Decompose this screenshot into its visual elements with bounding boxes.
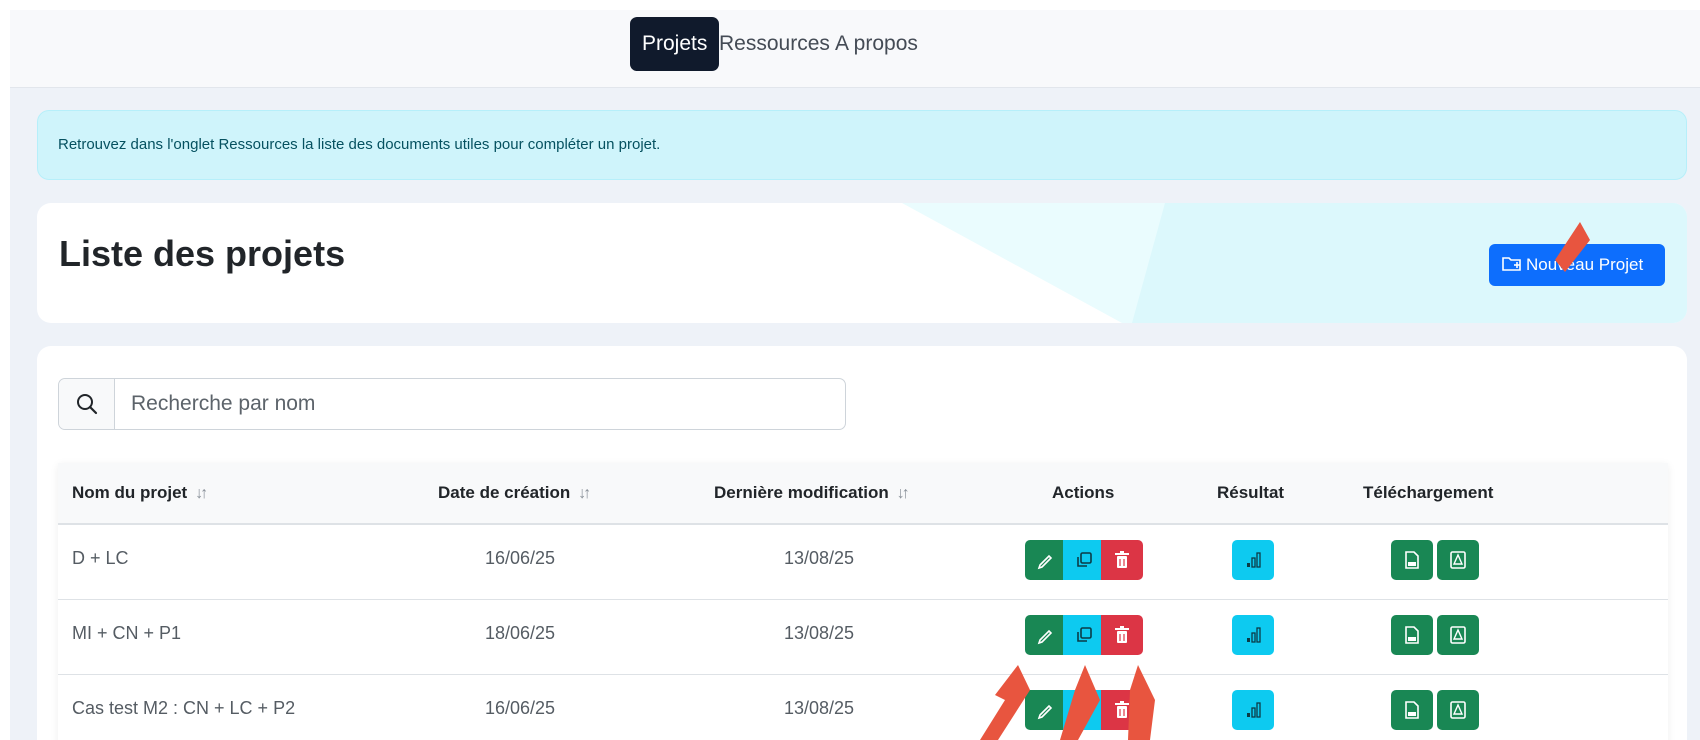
search-group	[58, 378, 846, 430]
info-alert: Retrouvez dans l'onglet Ressources la li…	[37, 110, 1687, 180]
column-header-label: Date de création	[438, 483, 571, 502]
projects-table: Nom du projet ↓↑ Date de création ↓↑ Derni…	[58, 463, 1668, 740]
column-header-actions: Actions	[1052, 483, 1115, 502]
project-name: D + LC	[72, 548, 129, 568]
result-button[interactable]	[1232, 615, 1274, 655]
column-header-name[interactable]: Nom du projet ↓↑	[72, 463, 208, 523]
download-pdf-button[interactable]	[1437, 615, 1479, 655]
sort-icon[interactable]: ↓↑	[195, 485, 208, 502]
bar-chart-icon	[1247, 552, 1261, 568]
modified-date: 13/08/25	[784, 548, 855, 568]
download-pdf-button[interactable]	[1437, 690, 1479, 730]
creation-date: 18/06/25	[485, 623, 556, 643]
column-header-created[interactable]: Date de création ↓↑	[438, 463, 591, 523]
search-icon	[77, 394, 98, 415]
delete-button[interactable]	[1101, 615, 1143, 655]
column-header-label: Nom du projet	[72, 483, 188, 502]
file-spreadsheet-icon	[1405, 551, 1419, 569]
top-navbar: Projets Ressources A propos	[10, 10, 1700, 88]
bar-chart-icon	[1247, 627, 1261, 643]
trash-icon	[1115, 551, 1129, 568]
download-excel-button[interactable]	[1391, 690, 1433, 730]
table-body: D + LC 16/06/25 13/08/25 MI + CN + P1 18/06/…	[58, 525, 1668, 740]
projects-table-card: Nom du projet ↓↑ Date de création ↓↑ Derni…	[37, 346, 1687, 740]
pencil-icon	[1037, 704, 1053, 720]
page-title: Liste des projets	[59, 233, 346, 274]
search-input[interactable]	[116, 379, 844, 429]
table-row: D + LC 16/06/25 13/08/25	[58, 525, 1668, 600]
modified-date: 13/08/25	[784, 623, 855, 643]
nav-tab-projets[interactable]: Projets	[630, 17, 720, 71]
folder-plus-icon	[1502, 257, 1521, 271]
project-name: MI + CN + P1	[72, 623, 182, 643]
search-addon	[59, 379, 115, 429]
table-header: Nom du projet ↓↑ Date de création ↓↑ Derni…	[58, 463, 1668, 525]
sort-icon[interactable]: ↓↑	[897, 485, 910, 502]
copy-icon	[1077, 627, 1092, 642]
project-name: Cas test M2 : CN + LC + P2	[72, 698, 296, 718]
pencil-icon	[1037, 629, 1053, 645]
download-pdf-button[interactable]	[1437, 540, 1479, 580]
creation-date: 16/06/25	[485, 548, 556, 568]
nav-tab-ressources[interactable]: Ressources	[707, 17, 842, 71]
column-header-download: Téléchargement	[1363, 483, 1494, 502]
delete-button[interactable]	[1101, 690, 1143, 730]
file-pdf-icon	[1450, 551, 1466, 569]
copy-icon	[1077, 702, 1092, 717]
column-header-label: Dernière modification	[714, 483, 889, 502]
edit-button[interactable]	[1025, 540, 1067, 580]
duplicate-button[interactable]	[1063, 690, 1105, 730]
modified-date: 13/08/25	[784, 698, 855, 718]
download-excel-button[interactable]	[1391, 540, 1433, 580]
table-row: MI + CN + P1 18/06/25 13/08/25	[58, 600, 1668, 675]
new-project-button[interactable]: Nouveau Projet	[1489, 244, 1665, 286]
column-header-result: Résultat	[1217, 483, 1285, 502]
copy-icon	[1077, 552, 1092, 567]
bar-chart-icon	[1247, 702, 1261, 718]
duplicate-button[interactable]	[1063, 540, 1105, 580]
sort-icon[interactable]: ↓↑	[578, 485, 591, 502]
file-pdf-icon	[1450, 701, 1466, 719]
result-button[interactable]	[1232, 690, 1274, 730]
file-pdf-icon	[1450, 626, 1466, 644]
download-excel-button[interactable]	[1391, 615, 1433, 655]
delete-button[interactable]	[1101, 540, 1143, 580]
new-project-label: Nouveau Projet	[1526, 255, 1644, 274]
projects-header-card: Liste des projets Nouveau Projet	[37, 203, 1687, 323]
trash-icon	[1115, 701, 1129, 718]
file-spreadsheet-icon	[1405, 626, 1419, 644]
edit-button[interactable]	[1025, 615, 1067, 655]
nav-tab-a-propos[interactable]: A propos	[823, 17, 930, 71]
app-frame: Projets Ressources A propos Retrouvez da…	[10, 10, 1700, 740]
column-header-modified[interactable]: Dernière modification ↓↑	[714, 463, 910, 523]
trash-icon	[1115, 626, 1129, 643]
table-row: Cas test M2 : CN + LC + P2 16/06/25 13/08/…	[58, 675, 1668, 740]
duplicate-button[interactable]	[1063, 615, 1105, 655]
file-spreadsheet-icon	[1405, 701, 1419, 719]
creation-date: 16/06/25	[485, 698, 556, 718]
edit-button[interactable]	[1025, 690, 1067, 730]
result-button[interactable]	[1232, 540, 1274, 580]
pencil-icon	[1037, 554, 1053, 570]
